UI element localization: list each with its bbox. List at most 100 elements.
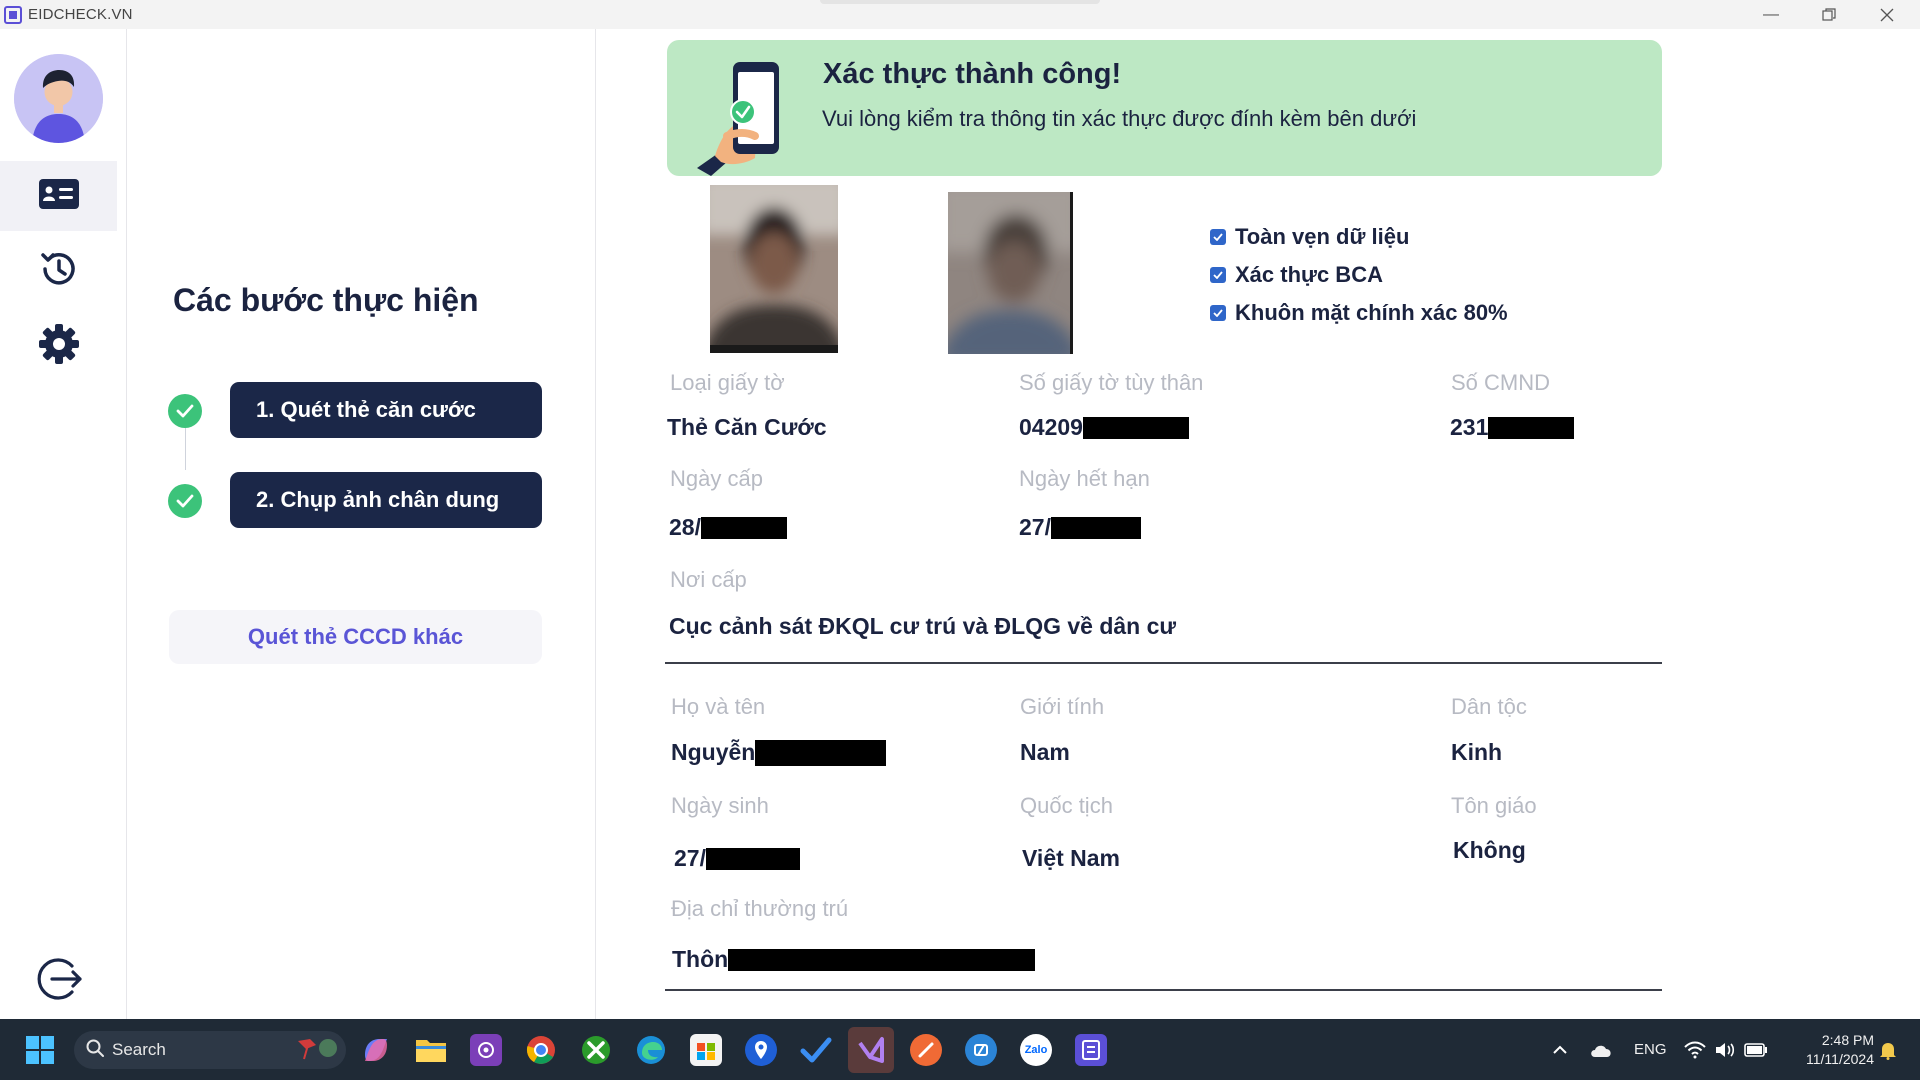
redaction-bar [1488,416,1575,439]
visual-studio-icon[interactable] [848,1027,894,1073]
volume-icon[interactable] [1712,1034,1738,1066]
step-portrait-button[interactable]: 2. Chụp ảnh chân dung [230,472,542,528]
todo-check-icon[interactable] [800,1034,832,1066]
search-icon [86,1039,104,1062]
banner-subtitle: Vui lòng kiểm tra thông tin xác thực đượ… [822,106,1417,131]
issue-date-label: Ngày cấp [670,466,763,491]
file-explorer-icon[interactable] [415,1034,447,1066]
cmnd-value: 231 [1450,414,1489,440]
check-circle-icon [168,484,202,518]
address-value: Thôn [672,946,729,972]
windows-start-icon[interactable] [24,1034,56,1066]
redaction-bar [755,739,887,766]
check-circle-icon [168,394,202,428]
microsoft-store-icon[interactable] [690,1034,722,1066]
banner-title: Xác thực thành công! [823,58,1122,90]
battery-icon[interactable] [1742,1034,1770,1066]
check-data-integrity[interactable]: Toàn vẹn dữ liệu [1210,218,1508,256]
language-indicator[interactable]: ENG [1634,1041,1667,1058]
app-blue-icon[interactable] [965,1034,997,1066]
full-name-value: Nguyễn [671,739,756,765]
issue-place-label: Nơi cấp [670,567,747,592]
clock-time: 2:48 PM [1821,1032,1874,1048]
doc-type-value: Thẻ Căn Cước [667,414,827,440]
taskbar: Search Zalo ENG 2:48 PM 11/11/2024 [0,1019,1920,1080]
title-bar-handle [820,0,1100,4]
address-field: Thôn [672,946,1036,973]
check-face-match[interactable]: Khuôn mặt chính xác 80% [1210,294,1508,332]
ethnicity-label: Dân tộc [1451,694,1527,719]
address-label: Địa chỉ thường trú [671,896,849,921]
title-bar: EIDCHECK.VN — [0,0,1920,29]
gender-label: Giới tính [1020,694,1105,719]
zalo-icon[interactable]: Zalo [1020,1034,1052,1066]
check-label: Toàn vẹn dữ liệu [1235,224,1410,249]
dob-value: 27/ [674,845,706,871]
eidcheck-app-icon[interactable] [1075,1034,1107,1066]
id-number-label: Số giấy tờ tùy thân [1019,370,1204,395]
issue-place-value: Cục cảnh sát ĐKQL cư trú và ĐLQG về dân … [669,613,1177,639]
rescan-card-button[interactable]: Quét thẻ CCCD khác [169,610,542,664]
sidebar-item-history[interactable] [0,236,117,306]
id-card-icon [38,178,79,214]
wifi-icon[interactable] [1682,1034,1708,1066]
history-icon [38,248,80,295]
xbox-icon[interactable] [580,1034,612,1066]
check-bca-verified[interactable]: Xác thực BCA [1210,256,1508,294]
ethnicity-value: Kinh [1451,739,1503,765]
logout-icon [34,954,84,1009]
redaction-bar [1050,516,1141,539]
gear-icon [38,323,80,370]
religion-label: Tôn giáo [1451,793,1537,818]
sidebar-item-settings[interactable] [0,311,117,381]
search-placeholder: Search [112,1040,166,1059]
religion-value: Không [1453,837,1526,863]
close-button[interactable] [1858,0,1916,29]
selfie-photo [948,192,1073,354]
doc-type-label: Loại giấy tờ [670,370,785,395]
nationality-value: Việt Nam [1022,845,1121,871]
sidebar-item-id-card[interactable] [0,161,117,231]
logout-button[interactable] [0,946,117,1016]
clock[interactable]: 2:48 PM 11/11/2024 [1784,1031,1874,1069]
phone-verified-icon [697,58,807,176]
clock-date: 11/11/2024 [1806,1051,1874,1067]
chevron-up-icon[interactable] [1546,1034,1574,1066]
copilot-icon[interactable] [360,1034,392,1066]
panel-divider [595,29,596,1019]
redaction-bar [700,516,787,539]
restore-button[interactable] [1800,0,1858,29]
sidebar-divider [126,29,127,1019]
id-number-field: 04209 [1019,414,1189,441]
minimize-button[interactable]: — [1742,0,1800,29]
card-portrait-photo [710,185,838,353]
redaction-bar [705,847,800,870]
app-logo-icon [4,5,22,24]
verification-checks: Toàn vẹn dữ liệu Xác thực BCA Khuôn mặt … [1210,218,1508,332]
id-number-value: 04209 [1019,414,1083,440]
issue-date-field: 28/ [669,514,787,541]
chrome-icon[interactable] [525,1034,557,1066]
edge-icon[interactable] [635,1034,667,1066]
taskbar-search[interactable]: Search [74,1031,346,1069]
section-divider [665,989,1662,991]
avatar[interactable] [14,54,103,143]
expiry-date-label: Ngày hết hạn [1019,466,1150,491]
full-name-field: Nguyễn [671,739,887,766]
search-highlight-icon [294,1035,338,1066]
app-purple-icon[interactable] [470,1034,502,1066]
expiry-date-value: 27/ [1019,514,1051,540]
step-connector [185,422,186,470]
redaction-bar [728,948,1036,971]
dob-field: 27/ [674,845,800,872]
dob-label: Ngày sinh [671,793,769,818]
step-scan-card-button[interactable]: 1. Quét thẻ căn cước [230,382,542,438]
cmnd-field: 231 [1450,414,1575,441]
maps-pin-icon[interactable] [745,1034,777,1066]
success-banner: Xác thực thành công! Vui lòng kiểm tra t… [667,40,1662,176]
redaction-bar [1082,416,1189,439]
onedrive-cloud-icon[interactable] [1586,1034,1616,1066]
check-label: Khuôn mặt chính xác 80% [1235,300,1508,325]
notification-bell-icon[interactable] [1876,1034,1900,1066]
app-orange-icon[interactable] [910,1034,942,1066]
